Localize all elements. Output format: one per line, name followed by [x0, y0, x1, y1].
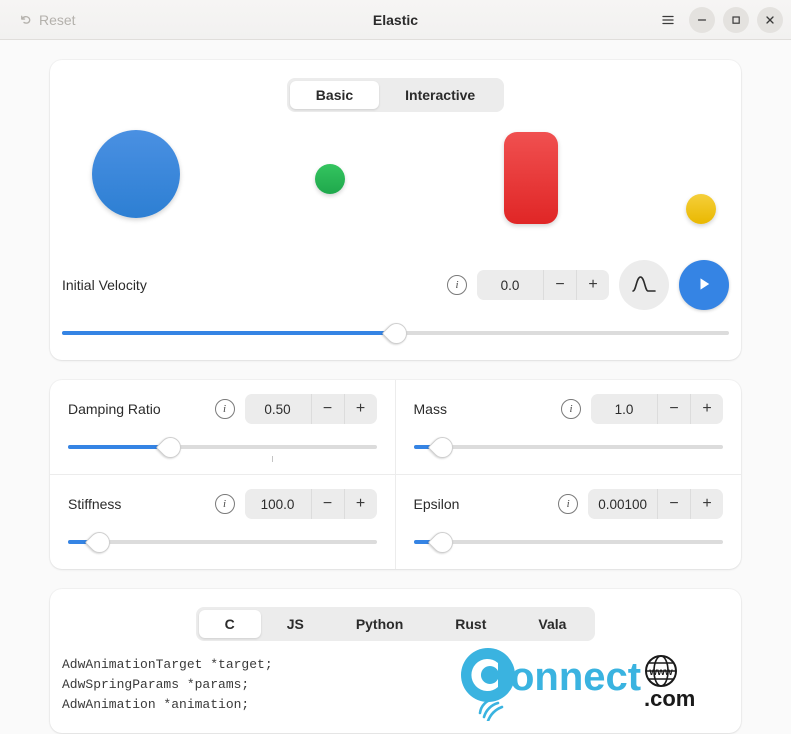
epsilon-spinbutton[interactable]: 0.00100 − + — [588, 489, 723, 519]
tab-python[interactable]: Python — [330, 610, 429, 638]
initial-velocity-plus-button[interactable]: + — [576, 270, 609, 300]
mass-slider-track — [413, 445, 723, 449]
epsilon-slider-handle[interactable] — [427, 527, 458, 558]
initial-velocity-value[interactable]: 0.0 — [477, 270, 543, 300]
initial-velocity-spinbutton[interactable]: 0.0 − + — [477, 270, 609, 300]
stiffness-slider-track — [68, 540, 377, 544]
initial-velocity-slider[interactable] — [62, 318, 729, 349]
mass-row: Mass i 1.0 − + — [395, 380, 741, 475]
reset-button[interactable]: Reset — [8, 8, 86, 32]
mass-value[interactable]: 1.0 — [591, 394, 657, 424]
green-circle-shape — [315, 164, 345, 194]
mass-slider[interactable] — [413, 432, 723, 463]
yellow-circle-shape — [686, 194, 716, 224]
stiffness-slider-handle[interactable] — [84, 527, 115, 558]
undo-icon — [18, 12, 33, 27]
mass-plus-button[interactable]: + — [690, 394, 723, 424]
tab-basic[interactable]: Basic — [289, 81, 380, 109]
initial-velocity-label: Initial Velocity — [62, 277, 147, 293]
maximize-button[interactable] — [723, 6, 749, 33]
blue-circle-shape — [92, 130, 180, 218]
initial-velocity-row: Initial Velocity i 0.0 − + — [50, 252, 741, 360]
demo-card: Basic Interactive Initial Velocity i 0.0… — [50, 60, 741, 360]
hamburger-menu-button[interactable] — [655, 7, 681, 33]
close-icon — [764, 14, 776, 26]
damping-ratio-label: Damping Ratio — [68, 401, 161, 417]
mass-label: Mass — [413, 401, 447, 417]
damping-ratio-spinbutton[interactable]: 0.50 − + — [244, 394, 377, 424]
initial-velocity-minus-button[interactable]: − — [543, 270, 576, 300]
damping-ratio-slider-fill — [68, 445, 170, 449]
code-snippet: AdwAnimationTarget *target; AdwSpringPar… — [62, 657, 273, 712]
epsilon-value[interactable]: 0.00100 — [588, 489, 657, 519]
epsilon-plus-button[interactable]: + — [690, 489, 723, 519]
spring-params-card: Damping Ratio i 0.50 − + Mass i 1.0 − + … — [50, 380, 741, 569]
animation-preview-area — [90, 122, 716, 252]
damping-ratio-slider-mark — [271, 456, 273, 462]
initial-velocity-slider-handle[interactable] — [381, 318, 412, 349]
damping-ratio-plus-button[interactable]: + — [343, 394, 377, 424]
mass-info-icon[interactable]: i — [561, 399, 581, 419]
tab-vala[interactable]: Vala — [512, 610, 592, 638]
damping-ratio-minus-button[interactable]: − — [310, 394, 344, 424]
tab-c[interactable]: C — [198, 610, 261, 638]
epsilon-slider[interactable] — [413, 527, 723, 558]
tab-interactive[interactable]: Interactive — [379, 81, 501, 109]
mass-spinbutton[interactable]: 1.0 − + — [591, 394, 723, 424]
reset-button-label: Reset — [39, 11, 76, 28]
stiffness-label: Stiffness — [68, 496, 122, 512]
hamburger-menu-icon — [660, 12, 676, 28]
stiffness-value[interactable]: 100.0 — [245, 489, 311, 519]
tab-js[interactable]: JS — [261, 610, 330, 638]
damping-ratio-slider[interactable] — [68, 432, 377, 463]
minimize-button[interactable] — [689, 6, 715, 33]
epsilon-row: Epsilon i 0.00100 − + — [396, 475, 742, 569]
minimize-icon — [696, 14, 708, 26]
epsilon-label: Epsilon — [413, 496, 460, 512]
mass-minus-button[interactable]: − — [657, 394, 690, 424]
stiffness-minus-button[interactable]: − — [310, 489, 344, 519]
stiffness-row: Stiffness i 100.0 − + — [50, 475, 396, 569]
code-language-switcher: C JS Python Rust Vala — [50, 589, 741, 641]
damping-ratio-value[interactable]: 0.50 — [245, 394, 311, 424]
play-icon — [694, 274, 714, 297]
window-controls — [655, 6, 783, 33]
epsilon-minus-button[interactable]: − — [657, 489, 690, 519]
red-rounded-rect-shape — [504, 132, 558, 224]
stiffness-plus-button[interactable]: + — [343, 489, 377, 519]
code-card: C JS Python Rust Vala AdwAnimationTarget… — [50, 589, 741, 733]
close-button[interactable] — [757, 6, 783, 33]
main-content: Basic Interactive Initial Velocity i 0.0… — [0, 40, 791, 733]
epsilon-slider-track — [413, 540, 723, 544]
stiffness-slider[interactable] — [68, 527, 377, 558]
damping-ratio-row: Damping Ratio i 0.50 − + — [50, 380, 396, 475]
initial-velocity-slider-fill — [62, 331, 396, 335]
play-button[interactable] — [679, 260, 729, 310]
damping-ratio-info-icon[interactable]: i — [214, 399, 235, 419]
demo-mode-switcher: Basic Interactive — [50, 60, 741, 112]
damping-ratio-slider-handle[interactable] — [155, 432, 186, 463]
maximize-icon — [730, 14, 742, 26]
tab-rust[interactable]: Rust — [429, 610, 512, 638]
titlebar: Reset Elastic — [0, 0, 791, 40]
spring-curve-icon — [631, 273, 657, 298]
stiffness-info-icon[interactable]: i — [214, 494, 235, 514]
initial-velocity-info-icon[interactable]: i — [447, 275, 467, 295]
mass-slider-handle[interactable] — [427, 432, 458, 463]
spring-curve-button[interactable] — [619, 260, 669, 310]
epsilon-info-icon[interactable]: i — [558, 494, 579, 514]
stiffness-spinbutton[interactable]: 100.0 − + — [244, 489, 377, 519]
